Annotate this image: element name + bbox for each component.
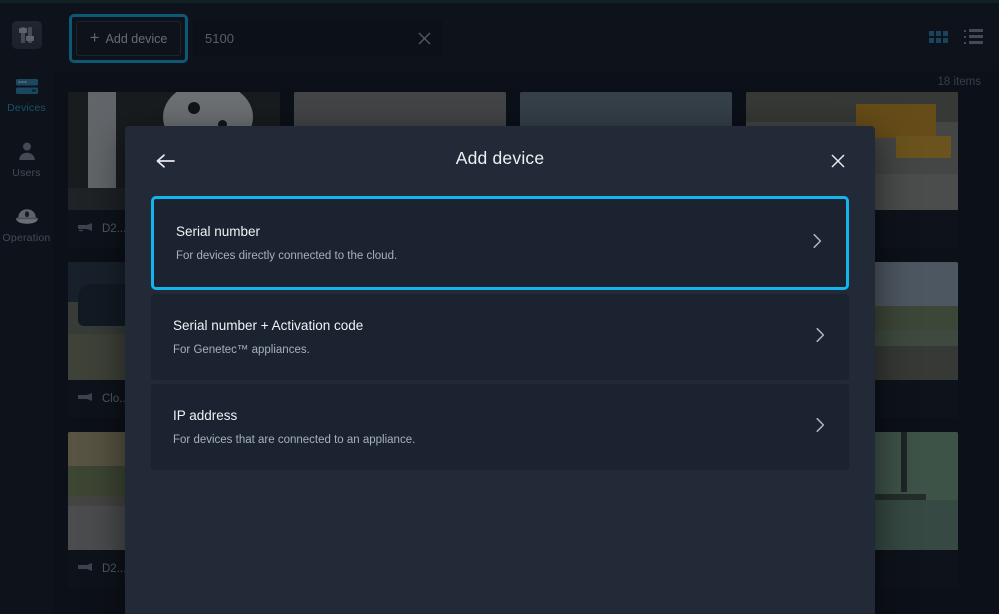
- dialog-header: Add device: [125, 126, 875, 196]
- option-serial-number-wrap: Serial number For devices directly conne…: [151, 196, 849, 290]
- option-title: Serial number: [176, 224, 261, 239]
- dialog-title: Add device: [455, 148, 545, 168]
- option-serial-number-activation-code[interactable]: Serial number + Activation code For Gene…: [151, 294, 849, 380]
- option-serial-number[interactable]: Serial number For devices directly conne…: [151, 196, 849, 290]
- close-icon[interactable]: [827, 150, 849, 172]
- option-subtitle: For devices that are connected to an app…: [173, 434, 416, 446]
- option-ip-address-wrap: IP address For devices that are connecte…: [151, 384, 849, 470]
- option-subtitle: For Genetec™ appliances.: [173, 344, 310, 356]
- option-serial-activation-wrap: Serial number + Activation code For Gene…: [151, 294, 849, 380]
- add-device-dialog: Add device Serial number For devices dir…: [125, 126, 875, 614]
- option-title: IP address: [173, 408, 238, 423]
- add-device-options: Serial number For devices directly conne…: [125, 196, 875, 470]
- chevron-right-icon: [816, 417, 825, 437]
- option-title: Serial number + Activation code: [173, 318, 364, 333]
- app-root: Devices Users Operation: [0, 0, 999, 614]
- option-ip-address[interactable]: IP address For devices that are connecte…: [151, 384, 849, 470]
- option-subtitle: For devices directly connected to the cl…: [176, 250, 398, 262]
- chevron-right-icon: [813, 233, 822, 253]
- chevron-right-icon: [816, 327, 825, 347]
